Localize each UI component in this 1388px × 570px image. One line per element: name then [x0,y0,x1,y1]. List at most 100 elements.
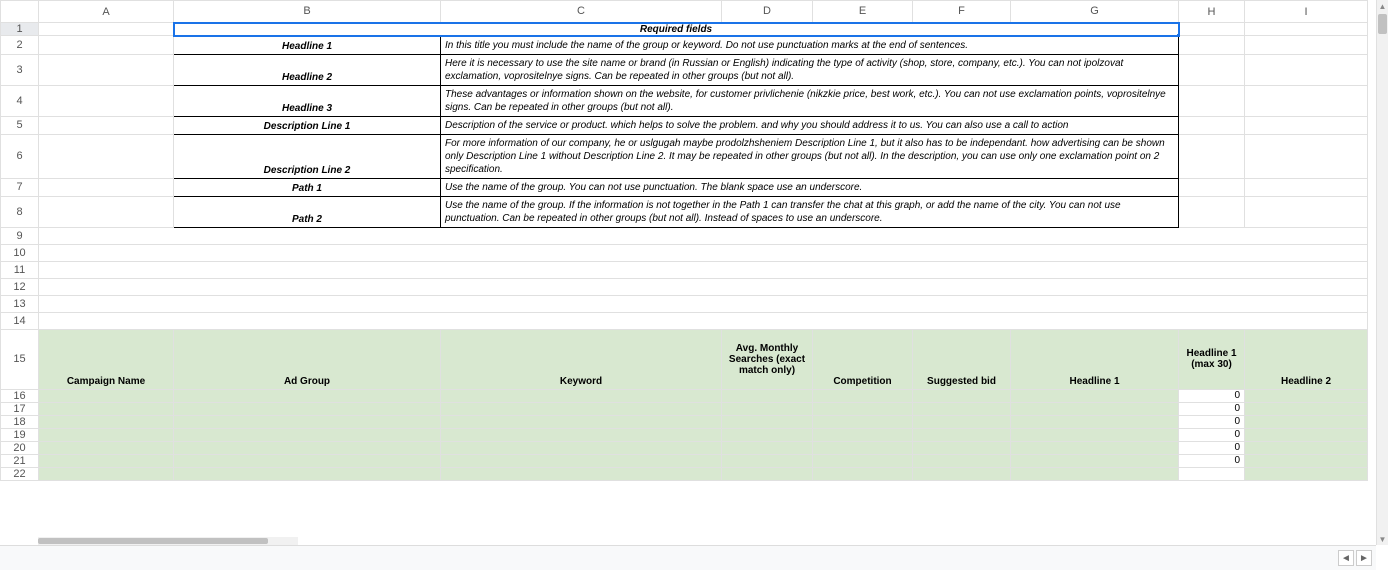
cell[interactable] [1179,85,1245,116]
cell[interactable] [39,278,1368,295]
cell[interactable] [39,244,1368,261]
row-header[interactable]: 21 [1,454,39,467]
cell[interactable] [1179,23,1245,36]
cell[interactable] [1245,116,1368,134]
cell[interactable] [1245,54,1368,85]
cell[interactable] [813,467,913,480]
spreadsheet-grid[interactable]: A B C D E F G H I 1 Required fields 2 He… [0,0,1388,545]
table-header[interactable]: Keyword [441,329,722,389]
cell[interactable] [174,441,441,454]
field-label[interactable]: Description Line 2 [174,134,441,178]
cell[interactable] [813,415,913,428]
row-header[interactable]: 17 [1,402,39,415]
cell[interactable] [1011,441,1179,454]
cell[interactable] [1245,134,1368,178]
tab-scroll-left-button[interactable]: ◄ [1338,550,1354,566]
table-header[interactable]: Suggested bid [913,329,1011,389]
cell[interactable] [1011,402,1179,415]
row-header[interactable]: 11 [1,261,39,278]
field-desc[interactable]: Here it is necessary to use the site nam… [441,54,1179,85]
cell[interactable] [39,454,174,467]
row-header[interactable]: 22 [1,467,39,480]
required-fields-header[interactable]: Required fields [174,23,1179,36]
cell[interactable] [1245,196,1368,227]
cell[interactable] [39,227,1368,244]
cell[interactable] [1245,85,1368,116]
cell[interactable] [1011,389,1179,402]
cell[interactable] [1245,178,1368,196]
field-label[interactable]: Path 2 [174,196,441,227]
cell[interactable] [39,261,1368,278]
vertical-scrollbar[interactable]: ▲ ▼ [1376,0,1388,545]
cell[interactable] [722,441,813,454]
horizontal-scrollbar[interactable] [38,537,298,545]
field-desc[interactable]: For more information of our company, he … [441,134,1179,178]
cell[interactable] [913,415,1011,428]
cell[interactable] [913,428,1011,441]
cell[interactable] [1245,454,1368,467]
field-desc[interactable]: Use the name of the group. You can not u… [441,178,1179,196]
row-header[interactable]: 9 [1,227,39,244]
cell[interactable] [1179,134,1245,178]
col-header[interactable]: I [1245,1,1368,23]
table-header[interactable]: Headline 1 [1011,329,1179,389]
row-header[interactable]: 1 [1,23,39,36]
field-label[interactable]: Description Line 1 [174,116,441,134]
cell[interactable] [1011,415,1179,428]
cell[interactable] [1245,402,1368,415]
field-label[interactable]: Path 1 [174,178,441,196]
cell[interactable] [1245,23,1368,36]
cell[interactable]: 0 [1179,454,1245,467]
cell[interactable] [722,415,813,428]
scroll-up-icon[interactable]: ▲ [1377,0,1388,12]
row-header[interactable]: 14 [1,312,39,329]
cell[interactable] [174,415,441,428]
table-header[interactable]: Headline 1 (max 30) [1179,329,1245,389]
row-header[interactable]: 19 [1,428,39,441]
cell[interactable]: 0 [1179,389,1245,402]
cell[interactable] [39,389,174,402]
cell[interactable] [441,467,722,480]
cell[interactable] [813,389,913,402]
col-header[interactable]: A [39,1,174,23]
field-desc[interactable]: These advantages or information shown on… [441,85,1179,116]
row-header[interactable]: 16 [1,389,39,402]
cell[interactable] [1179,178,1245,196]
cell[interactable] [441,402,722,415]
cell[interactable] [722,402,813,415]
cell[interactable]: 0 [1179,428,1245,441]
cell[interactable] [174,389,441,402]
cell[interactable] [39,178,174,196]
row-header[interactable]: 8 [1,196,39,227]
cell[interactable] [39,467,174,480]
field-desc[interactable]: In this title you must include the name … [441,36,1179,55]
row-header[interactable]: 13 [1,295,39,312]
cell[interactable] [39,23,174,36]
cell[interactable] [913,454,1011,467]
cell[interactable] [1179,467,1245,480]
row-header[interactable]: 6 [1,134,39,178]
cell[interactable] [1245,428,1368,441]
cell[interactable] [1245,415,1368,428]
horizontal-scroll-thumb[interactable] [38,538,268,544]
cell[interactable] [174,428,441,441]
cell[interactable] [1179,36,1245,55]
cell[interactable] [913,467,1011,480]
cell[interactable] [39,116,174,134]
column-header-row[interactable]: A B C D E F G H I [1,1,1368,23]
cell[interactable] [722,467,813,480]
cell[interactable] [1179,54,1245,85]
col-header[interactable]: H [1179,1,1245,23]
field-desc[interactable]: Description of the service or product. w… [441,116,1179,134]
cell[interactable] [1245,36,1368,55]
cell[interactable] [913,389,1011,402]
col-header[interactable]: C [441,1,722,23]
field-label[interactable]: Headline 2 [174,54,441,85]
table-header[interactable]: Competition [813,329,913,389]
cell[interactable] [722,389,813,402]
row-header[interactable]: 12 [1,278,39,295]
cell[interactable] [441,389,722,402]
cell[interactable] [813,441,913,454]
cell[interactable] [913,402,1011,415]
col-header[interactable]: F [913,1,1011,23]
